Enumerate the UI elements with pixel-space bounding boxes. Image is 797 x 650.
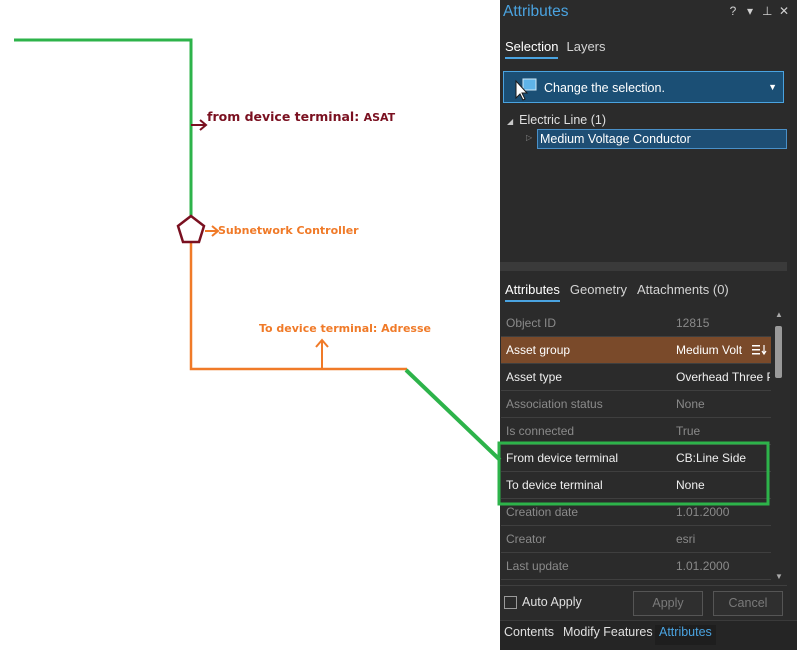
tab-geometry[interactable]: Geometry (570, 282, 627, 302)
tab-contents[interactable]: Contents (500, 625, 558, 645)
tab-layers[interactable]: Layers (566, 39, 605, 59)
attribute-table: Object ID 12815 Asset group Medium Volt As… (501, 310, 771, 580)
cancel-button[interactable]: Cancel (713, 591, 783, 616)
tab-modify-features[interactable]: Modify Features (559, 625, 657, 645)
auto-apply-toggle[interactable]: Auto Apply (504, 595, 582, 609)
dropdown-icon[interactable]: ▾ (745, 4, 755, 18)
table-row[interactable]: Asset type Overhead Three P (501, 364, 771, 391)
tab-attributes[interactable]: Attributes (505, 282, 560, 302)
chevron-down-icon: ▼ (768, 82, 777, 92)
table-row[interactable]: Is connected True (501, 418, 771, 445)
pane-titlebar: Attributes ? ▾ ⊥ ✕ (500, 0, 797, 26)
list-options-icon[interactable] (751, 343, 767, 358)
scroll-thumb[interactable] (775, 326, 782, 378)
expand-triangle-icon[interactable]: ▷ (526, 133, 532, 142)
tab-attachments[interactable]: Attachments (0) (637, 282, 729, 302)
to-terminal-label: To device terminal: Adresse (259, 322, 431, 335)
table-row[interactable]: Asset group Medium Volt (501, 337, 771, 364)
tab-attributes-footer[interactable]: Attributes (655, 625, 716, 645)
divider (500, 585, 787, 586)
tab-selection[interactable]: Selection (505, 39, 559, 59)
auto-apply-label: Auto Apply (522, 595, 582, 609)
scroll-up-icon[interactable]: ▲ (775, 310, 783, 319)
pane-splitter[interactable] (500, 262, 787, 271)
selection-text: Change the selection. (544, 81, 665, 95)
pin-icon[interactable]: ⊥ (762, 4, 772, 18)
table-row[interactable]: Last update 1.01.2000 (501, 553, 771, 580)
map-view[interactable]: from device terminal: ASAT Subnetwork Co… (0, 0, 500, 650)
table-row[interactable]: From device terminal CB:Line Side (501, 445, 771, 472)
attribute-scrollbar[interactable]: ▲ ▼ (772, 310, 786, 584)
scroll-down-icon[interactable]: ▼ (775, 572, 783, 581)
collapse-triangle-icon[interactable]: ◢ (507, 117, 513, 126)
to-terminal-arrow-icon (315, 338, 329, 369)
orange-line-segment[interactable] (189, 240, 407, 371)
from-terminal-label: from device terminal: ASAT (207, 109, 396, 124)
top-tabs: Selection Layers (505, 39, 606, 59)
attribute-tabs: Attributes Geometry Attachments (0) (505, 282, 729, 302)
device-pentagon-icon[interactable] (176, 214, 206, 244)
table-row[interactable]: To device terminal None (501, 472, 771, 499)
table-row[interactable]: Association status None (501, 391, 771, 418)
select-cursor-icon (515, 78, 537, 101)
footer-tabs: Contents Modify Features Attributes (500, 620, 797, 650)
auto-apply-checkbox[interactable] (504, 595, 517, 609)
tree-node-medium-voltage-conductor[interactable]: Medium Voltage Conductor (537, 129, 787, 149)
selection-dropdown[interactable]: Change the selection. ▼ (503, 71, 784, 103)
close-icon[interactable]: ✕ (779, 4, 789, 18)
table-row[interactable]: Object ID 12815 (501, 310, 771, 337)
subnetwork-controller-label: Subnetwork Controller (218, 224, 359, 237)
green-line-segment[interactable] (14, 38, 193, 228)
subnetwork-arrow-icon (205, 225, 220, 237)
table-row[interactable]: Creator esri (501, 526, 771, 553)
table-row[interactable]: Creation date 1.01.2000 (501, 499, 771, 526)
pane-title: Attributes (503, 3, 569, 20)
from-terminal-arrow-icon (191, 119, 208, 131)
apply-button[interactable]: Apply (633, 591, 703, 616)
help-icon[interactable]: ? (728, 4, 738, 18)
attributes-pane: Attributes ? ▾ ⊥ ✕ Selection Layers Chan… (500, 0, 797, 650)
tree-node-electric-line[interactable]: ◢ Electric Line (1) (507, 113, 606, 127)
